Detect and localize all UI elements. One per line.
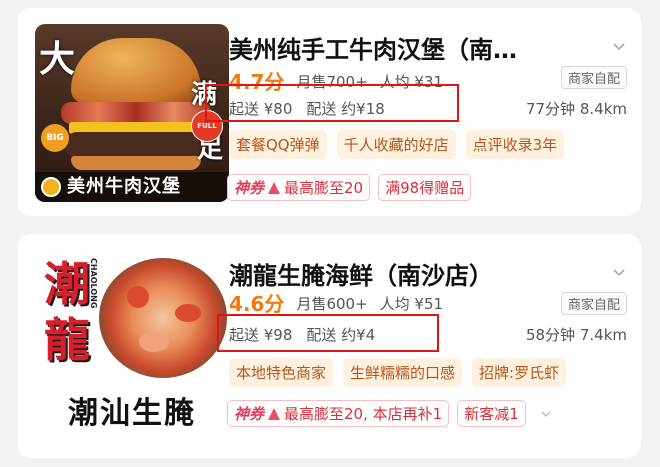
store-name[interactable]: 潮龍生腌海鲜（南沙店）: [229, 256, 493, 291]
eta: 58分钟: [525, 326, 576, 344]
gift-promo[interactable]: 满98得赠品: [378, 174, 472, 201]
patty-shape: [65, 132, 209, 158]
tag-list: 套餐QQ弹弹 千人收藏的好店 点评收录3年: [229, 130, 565, 159]
promo-list: 神券 最高膨至20 满98得赠品: [227, 174, 472, 201]
feature-chip: 点评收录3年: [465, 130, 565, 159]
time-distance: 77分钟 8.4km: [526, 98, 627, 119]
distance: 8.4km: [579, 100, 627, 118]
big-badge: BIG: [41, 124, 69, 152]
new-customer-promo[interactable]: 新客减1: [457, 400, 526, 427]
store-thumbnail[interactable]: 大 满 足 BIG FULL 美州牛肉汉堡: [35, 24, 229, 202]
avg-price: 人均 ¥51: [379, 295, 444, 313]
coupon-label: 神券: [234, 179, 265, 197]
feature-chip: 生鲜糯糯的口感: [343, 358, 463, 387]
chevron-down-icon[interactable]: [611, 38, 627, 54]
shrimp-shape: [139, 332, 169, 352]
time-distance: 58分钟 7.4km: [526, 324, 627, 345]
image-overlay-text: 大: [39, 39, 76, 80]
bun-bottom-shape: [71, 156, 201, 170]
coupon-label: 神券: [234, 405, 265, 423]
chevron-down-icon[interactable]: [540, 408, 552, 420]
monthly-sales: 月售600+: [296, 295, 368, 313]
store-card[interactable]: 大 满 足 BIG FULL 美州牛肉汉堡 美州纯手工牛肉汉堡（南… 4.7分月…: [17, 8, 641, 216]
highlight-box: [217, 314, 439, 352]
feature-chip: 招牌:罗氏虾: [472, 358, 567, 387]
coupon-text: 最高膨至20, 本店再补1: [284, 405, 443, 423]
distance: 7.4km: [579, 326, 627, 344]
coupon-promo[interactable]: 神券 最高膨至20, 本店再补1: [227, 400, 450, 427]
crab-shape: [127, 286, 149, 308]
delivery-type-badge: 商家自配: [560, 66, 627, 89]
crab-shape: [175, 304, 201, 322]
arrow-up-icon: [268, 407, 281, 420]
promo-list: 神券 最高膨至20, 本店再补1 新客减1: [227, 400, 552, 427]
coupon-promo[interactable]: 神券 最高膨至20: [227, 174, 371, 201]
chevron-down-icon[interactable]: [611, 264, 627, 280]
store-card[interactable]: 潮 龍 CHAOLONG 潮汕生腌 潮龍生腌海鲜（南沙店） 4.6分 月售600+…: [17, 234, 641, 458]
store-thumbnail[interactable]: 潮 龍 CHAOLONG 潮汕生腌: [35, 252, 229, 438]
seafood-photo: [99, 258, 227, 378]
brand-banner: 美州牛肉汉堡: [35, 172, 229, 202]
rating: 4.6分: [229, 292, 285, 316]
logo-char: 龍: [44, 313, 90, 367]
highlight-box: [205, 84, 459, 122]
coupon-text: 最高膨至20: [284, 179, 364, 197]
feature-chip: 千人收藏的好店: [336, 130, 456, 159]
logo-english: CHAOLONG: [89, 258, 98, 309]
delivery-type-badge: 商家自配: [560, 292, 627, 315]
bacon-shape: [61, 102, 211, 124]
store-name[interactable]: 美州纯手工牛肉汉堡（南…: [229, 30, 517, 65]
arrow-up-icon: [268, 181, 281, 194]
feature-chip: 套餐QQ弹弹: [229, 130, 327, 159]
brand-logo-icon: [41, 177, 61, 197]
logo-char: 潮: [44, 257, 90, 311]
feature-chip: 本地特色商家: [229, 358, 334, 387]
eta: 77分钟: [525, 100, 576, 118]
tag-list: 本地特色商家 生鲜糯糯的口感 招牌:罗氏虾: [229, 358, 567, 387]
store-stats: 4.6分 月售600+ 人均 ¥51: [229, 288, 443, 317]
brand-logo: 潮 龍: [37, 254, 95, 372]
image-caption: 潮汕生腌: [68, 396, 196, 431]
brand-name: 美州牛肉汉堡: [67, 176, 181, 197]
